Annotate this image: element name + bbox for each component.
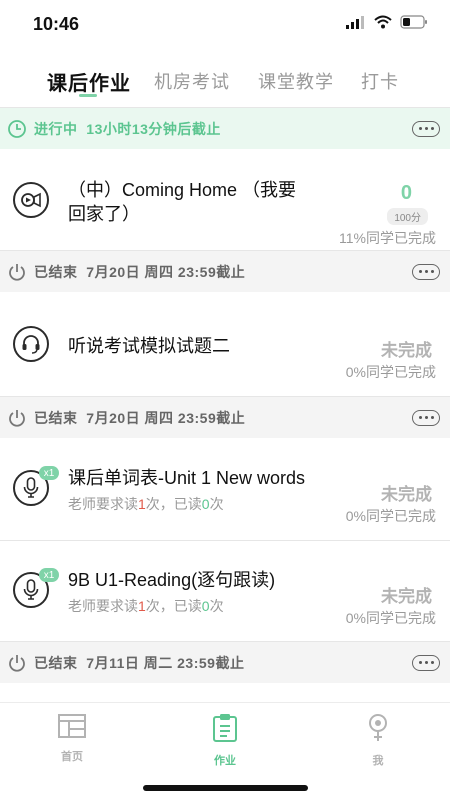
section-status-text: 已结束 7月11日 周二 23:59截止 [34, 654, 245, 671]
assignment-title: （中）Coming Home （我要 回家了） [68, 180, 297, 224]
clipboard-icon [213, 714, 237, 742]
nav-label: 作业 [214, 755, 236, 767]
tab-homework[interactable]: 课后作业 [47, 67, 131, 96]
tab-bar: 课后作业 机房考试 课堂教学 打卡 [0, 62, 450, 106]
wifi-icon [374, 15, 392, 29]
video-icon [13, 182, 49, 218]
status-icons [346, 15, 428, 29]
more-options-button[interactable] [412, 263, 440, 280]
assignment-title: 9B U1-Reading(逐句跟读) [68, 570, 276, 590]
home-grid-icon [58, 714, 86, 738]
section-header-ended: 已结束 7月11日 周二 23:59截止 [0, 641, 450, 683]
tab-checkin[interactable]: 打卡 [361, 68, 399, 94]
assignment-card[interactable]: x1 课后单词表-Unit 1 New words 老师要求读1次，已读0次 未… [0, 438, 450, 538]
headset-icon [13, 326, 49, 362]
assignment-title: 听说考试模拟试题二 [68, 336, 230, 356]
status-incomplete: 未完成 [381, 341, 432, 360]
status-incomplete: 未完成 [381, 587, 432, 606]
person-icon [369, 714, 387, 741]
read-requirement: 老师要求读1次，已读0次 [68, 598, 224, 614]
completion-rate: 11%同学已完成 [339, 230, 436, 246]
nav-homework[interactable]: 作业 [195, 713, 255, 768]
more-options-button[interactable] [412, 409, 440, 426]
signal-icon [346, 16, 364, 29]
status-bar: 10:46 [0, 0, 450, 48]
assignment-card[interactable]: （中）Coming Home （我要 回家了） 0 100分 11%同学已完成 [0, 150, 450, 250]
section-header-in-progress: 进行中 13小时13分钟后截止 [0, 107, 450, 149]
tab-lab-exam[interactable]: 机房考试 [154, 68, 230, 94]
completion-rate: 0%同学已完成 [345, 364, 436, 380]
status-time: 10:46 [33, 14, 80, 34]
assignment-card[interactable]: 听说考试模拟试题二 未完成 0%同学已完成 [0, 292, 450, 396]
completion-rate: 0%同学已完成 [345, 508, 436, 524]
battery-icon [400, 15, 427, 29]
assignment-card[interactable]: x1 9B U1-Reading(逐句跟读) 老师要求读1次，已读0次 未完成 … [0, 541, 450, 640]
score-value: 0 [400, 182, 412, 204]
power-icon [9, 410, 25, 427]
clock-icon [8, 120, 26, 138]
section-status-text: 已结束 7月20日 周四 23:59截止 [34, 409, 246, 426]
tab-active-indicator [79, 94, 97, 97]
read-requirement: 老师要求读1次，已读0次 [68, 496, 224, 512]
read-count-badge: x1 [39, 466, 59, 480]
section-header-ended: 已结束 7月20日 周四 23:59截止 [0, 250, 450, 292]
nav-me[interactable]: 我 [348, 713, 408, 768]
section-status-text: 进行中 13小时13分钟后截止 [34, 120, 221, 137]
home-indicator[interactable] [143, 785, 308, 791]
power-icon [9, 655, 25, 672]
more-options-button[interactable] [412, 120, 440, 137]
assignment-title: 课后单词表-Unit 1 New words [68, 468, 306, 488]
section-status-text: 已结束 7月20日 周四 23:59截止 [34, 263, 246, 280]
read-count-badge: x1 [39, 568, 59, 582]
more-options-button[interactable] [412, 654, 440, 671]
status-incomplete: 未完成 [381, 485, 432, 504]
nav-label: 我 [372, 755, 384, 767]
section-header-ended: 已结束 7月20日 周四 23:59截止 [0, 396, 450, 438]
power-icon [9, 264, 25, 281]
score-max: 100分 [387, 208, 428, 225]
nav-label: 首页 [61, 751, 83, 763]
tab-classroom[interactable]: 课堂教学 [258, 68, 334, 94]
nav-home[interactable]: 首页 [42, 713, 102, 764]
completion-rate: 0%同学已完成 [345, 610, 436, 626]
